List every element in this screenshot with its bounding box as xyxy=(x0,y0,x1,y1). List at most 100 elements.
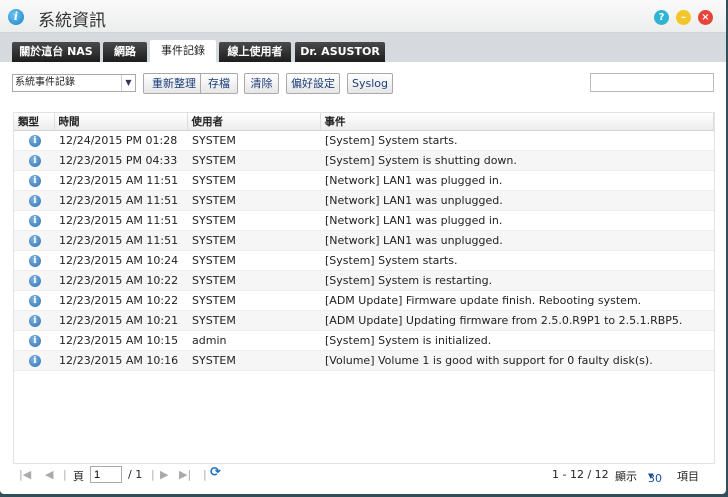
user-cell: SYSTEM xyxy=(187,190,320,211)
range-text: 1 - 12 / 12 xyxy=(552,468,609,481)
preferences-button[interactable]: 偏好設定 xyxy=(286,73,340,94)
type-cell: i xyxy=(14,290,54,311)
table-row[interactable]: i 12/23/2015 AM 11:51 SYSTEM [Network] L… xyxy=(14,190,714,211)
table-row[interactable]: i 12/23/2015 AM 10:22 SYSTEM [System] Sy… xyxy=(14,270,714,291)
col-event[interactable]: 事件 xyxy=(320,113,714,131)
table-row[interactable]: i 12/23/2015 AM 10:15 admin [System] Sys… xyxy=(14,330,714,351)
close-icon[interactable]: × xyxy=(698,10,713,25)
col-user[interactable]: 使用者 xyxy=(187,113,321,131)
user-cell: SYSTEM xyxy=(187,350,320,371)
type-cell: i xyxy=(14,190,54,211)
help-icon[interactable]: ? xyxy=(654,10,669,25)
time-cell: 12/23/2015 AM 11:51 xyxy=(54,210,187,231)
first-page-icon[interactable]: |◀ xyxy=(19,468,31,481)
log-type-select[interactable]: 系統事件記錄 ▼ xyxy=(12,74,136,92)
system-info-window: i 系統資訊 ? – × 關於這台 NAS 網路 事件記錄 線上使用者 Dr. … xyxy=(0,0,726,494)
col-type[interactable]: 類型 xyxy=(14,113,55,131)
type-cell: i xyxy=(14,130,54,151)
items-label: 項目 xyxy=(677,470,699,483)
info-icon: i xyxy=(29,274,41,287)
refresh-icon[interactable]: ⟳ xyxy=(210,465,221,480)
table-row[interactable]: i 12/23/2015 PM 04:33 SYSTEM [System] Sy… xyxy=(14,150,714,171)
type-cell: i xyxy=(14,270,54,291)
title-bar: i 系統資訊 ? – × xyxy=(0,0,726,33)
tab-network[interactable]: 網路 xyxy=(103,42,147,62)
info-icon: i xyxy=(29,174,41,187)
event-cell: [ADM Update] Firmware update finish. Reb… xyxy=(320,290,714,311)
info-icon: i xyxy=(8,9,24,25)
show-label: 顯示 xyxy=(615,470,637,483)
user-cell: SYSTEM xyxy=(187,290,320,311)
user-cell: SYSTEM xyxy=(187,230,320,251)
table-row[interactable]: i 12/23/2015 AM 10:16 SYSTEM [Volume] Vo… xyxy=(14,350,714,371)
time-cell: 12/23/2015 AM 11:51 xyxy=(54,190,187,211)
table-row[interactable]: i 12/23/2015 AM 11:51 SYSTEM [Network] L… xyxy=(14,230,714,251)
user-cell: admin xyxy=(187,330,320,351)
time-cell: 12/23/2015 AM 10:21 xyxy=(54,310,187,331)
search-input[interactable] xyxy=(590,73,714,92)
page-label: 頁 xyxy=(73,470,84,483)
table-row[interactable]: i 12/23/2015 AM 11:51 SYSTEM [Network] L… xyxy=(14,210,714,231)
user-cell: SYSTEM xyxy=(187,130,320,151)
event-cell: [Network] LAN1 was unplugged. xyxy=(320,230,714,251)
info-icon: i xyxy=(29,334,41,347)
next-page-icon[interactable]: ▶ xyxy=(160,468,168,481)
user-cell: SYSTEM xyxy=(187,250,320,271)
prev-page-icon[interactable]: ◀ xyxy=(45,468,53,481)
table-row[interactable]: i 12/23/2015 AM 10:24 SYSTEM [System] Sy… xyxy=(14,250,714,271)
info-icon: i xyxy=(29,154,41,167)
table-header: 類型 時間 使用者 事件 xyxy=(14,113,714,131)
table-row[interactable]: i 12/24/2015 PM 01:28 SYSTEM [System] Sy… xyxy=(14,130,714,151)
tab-about-nas[interactable]: 關於這台 NAS xyxy=(12,42,100,62)
event-cell: [ADM Update] Updating firmware from 2.5.… xyxy=(320,310,714,331)
info-icon: i xyxy=(29,214,41,227)
user-cell: SYSTEM xyxy=(187,310,320,331)
type-cell: i xyxy=(14,350,54,371)
event-cell: [System] System is initialized. xyxy=(320,330,714,351)
time-cell: 12/23/2015 AM 11:51 xyxy=(54,170,187,191)
toolbar: 系統事件記錄 ▼ 重新整理 存檔 清除 偏好設定 Syslog xyxy=(12,73,714,95)
type-cell: i xyxy=(14,170,54,191)
event-cell: [Network] LAN1 was plugged in. xyxy=(320,170,714,191)
info-icon: i xyxy=(29,294,41,307)
page-total: / 1 xyxy=(128,468,143,481)
info-icon: i xyxy=(29,134,41,147)
time-cell: 12/23/2015 AM 10:16 xyxy=(54,350,187,371)
time-cell: 12/23/2015 AM 10:22 xyxy=(54,290,187,311)
info-icon: i xyxy=(29,194,41,207)
minimize-icon[interactable]: – xyxy=(676,10,691,25)
info-icon: i xyxy=(29,254,41,267)
type-cell: i xyxy=(14,330,54,351)
page-input[interactable] xyxy=(90,466,122,483)
chevron-down-icon: ▼ xyxy=(648,472,654,480)
event-cell: [System] System starts. xyxy=(320,250,714,271)
table-row[interactable]: i 12/23/2015 AM 10:22 SYSTEM [ADM Update… xyxy=(14,290,714,311)
event-cell: [System] System starts. xyxy=(320,130,714,151)
user-cell: SYSTEM xyxy=(187,150,320,171)
tab-dr-asustor[interactable]: Dr. ASUSTOR xyxy=(295,42,385,62)
time-cell: 12/23/2015 AM 10:22 xyxy=(54,270,187,291)
tab-online-users[interactable]: 線上使用者 xyxy=(219,42,291,62)
info-icon: i xyxy=(29,354,41,367)
time-cell: 12/23/2015 AM 10:24 xyxy=(54,250,187,271)
log-type-value: 系統事件記錄 xyxy=(15,77,75,88)
table-row[interactable]: i 12/23/2015 AM 11:51 SYSTEM [Network] L… xyxy=(14,170,714,191)
type-cell: i xyxy=(14,310,54,331)
info-icon: i xyxy=(29,234,41,247)
tab-bar: 關於這台 NAS 網路 事件記錄 線上使用者 Dr. ASUSTOR xyxy=(0,33,726,62)
user-cell: SYSTEM xyxy=(187,170,320,191)
event-cell: [Network] LAN1 was unplugged. xyxy=(320,190,714,211)
save-button[interactable]: 存檔 xyxy=(200,73,238,94)
table-row[interactable]: i 12/23/2015 AM 10:21 SYSTEM [ADM Update… xyxy=(14,310,714,331)
event-cell: [System] System is restarting. xyxy=(320,270,714,291)
clear-button[interactable]: 清除 xyxy=(244,73,279,94)
pagination-bar: |◀ ◀ | 頁 / 1 | ▶ ▶| | ⟳ 1 - 12 / 12 顯示 3… xyxy=(13,464,715,486)
syslog-button[interactable]: Syslog xyxy=(347,73,393,94)
window-title: 系統資訊 xyxy=(38,11,106,31)
col-time[interactable]: 時間 xyxy=(54,113,188,131)
refresh-button[interactable]: 重新整理 xyxy=(143,73,205,94)
last-page-icon[interactable]: ▶| xyxy=(179,468,191,481)
chevron-down-icon[interactable]: ▼ xyxy=(121,75,135,91)
tab-event-log[interactable]: 事件記錄 xyxy=(150,40,216,62)
event-cell: [System] System is shutting down. xyxy=(320,150,714,171)
